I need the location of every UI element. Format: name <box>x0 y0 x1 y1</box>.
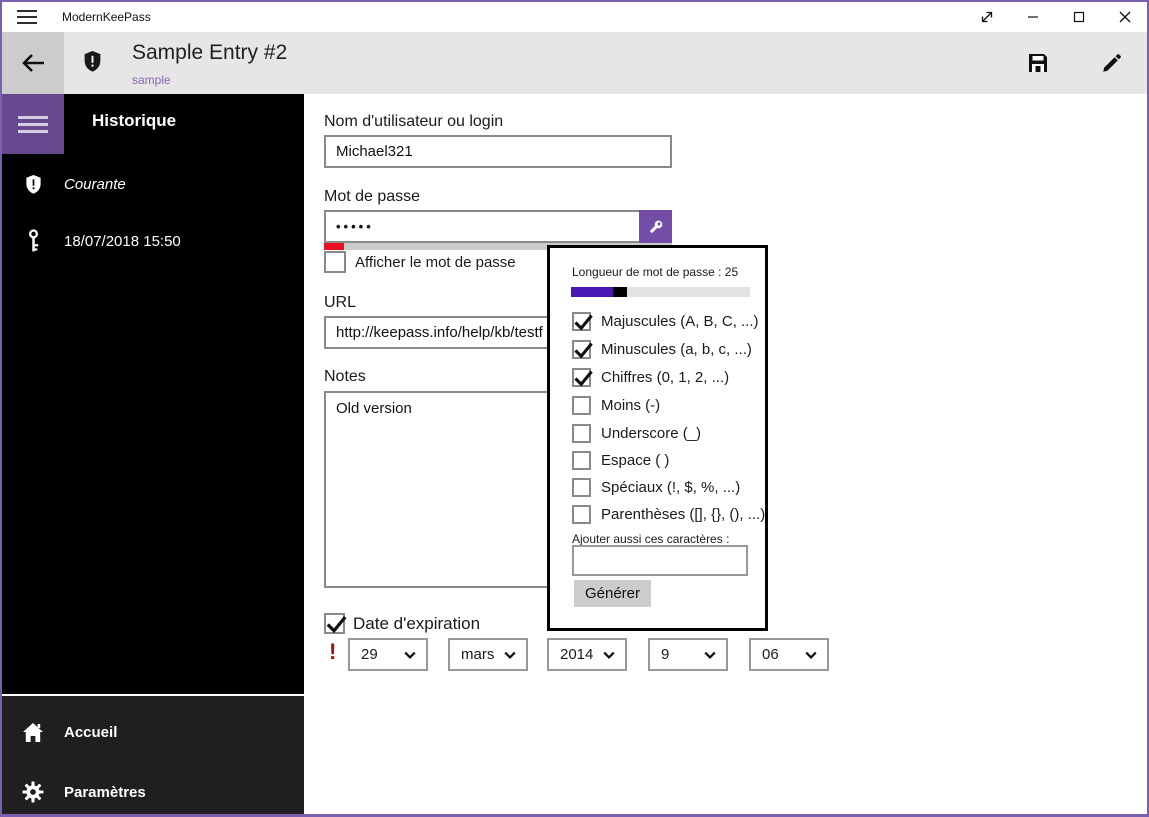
option-label: Parenthèses ([], {}, (), ...) <box>601 505 766 523</box>
sidebar-item-label: Paramètres <box>64 783 146 801</box>
minimize-button[interactable] <box>1010 2 1056 32</box>
generator-option: Minuscules (a, b, c, ...) <box>572 339 752 359</box>
date-select-year[interactable]: 2014 <box>547 638 627 671</box>
option-label: Majuscules (A, B, C, ...) <box>601 312 759 330</box>
home-icon <box>2 722 64 743</box>
entry-title: Sample Entry #2 <box>132 41 288 64</box>
option-label: Minuscules (a, b, c, ...) <box>601 340 752 358</box>
generator-option: Espace ( ) <box>572 450 669 470</box>
expiration-label: Date d'expiration <box>353 613 481 633</box>
hamburger-icon[interactable] <box>16 9 38 25</box>
option-checkbox[interactable] <box>572 367 593 387</box>
slider-fill <box>571 287 613 297</box>
save-icon <box>1029 54 1047 72</box>
chevron-down-icon <box>603 651 615 659</box>
expired-warning-icon: ! <box>329 639 337 664</box>
password-input[interactable] <box>324 210 641 243</box>
generate-button[interactable]: Générer <box>574 580 651 607</box>
chevron-down-icon <box>404 651 416 659</box>
password-generator-button[interactable] <box>639 210 672 243</box>
option-label: Underscore (_) <box>601 424 702 442</box>
fullscreen-button[interactable] <box>964 2 1010 32</box>
show-password-checkbox[interactable] <box>324 251 346 273</box>
close-button[interactable] <box>1102 2 1147 32</box>
history-item-current[interactable]: Courante <box>2 160 304 208</box>
back-button[interactable] <box>2 32 64 94</box>
history-item-label: Courante <box>64 175 126 193</box>
option-checkbox[interactable] <box>572 311 593 331</box>
option-label: Chiffres (0, 1, 2, ...) <box>601 368 730 386</box>
url-label: URL <box>324 294 357 311</box>
back-arrow-icon <box>22 54 44 72</box>
date-select-month[interactable]: mars <box>448 638 528 671</box>
save-button[interactable] <box>1018 46 1058 80</box>
sidebar-item-settings[interactable]: Paramètres <box>2 768 304 814</box>
shield-alert-icon <box>82 49 103 79</box>
sidebar-hamburger-button[interactable] <box>2 94 64 154</box>
sidebar-footer: Accueil Paramètres <box>2 696 304 814</box>
history-item-entry[interactable]: 18/07/2018 15:50 <box>2 217 304 265</box>
generator-option: Parenthèses ([], {}, (), ...) <box>572 504 765 524</box>
generator-option: Spéciaux (!, $, %, ...) <box>572 477 740 497</box>
maximize-button[interactable] <box>1056 2 1102 32</box>
key-icon <box>2 228 64 254</box>
chevron-down-icon <box>704 651 716 659</box>
option-checkbox[interactable] <box>572 423 591 443</box>
show-password-label: Afficher le mot de passe <box>355 253 516 271</box>
generator-option: Chiffres (0, 1, 2, ...) <box>572 367 729 387</box>
chevron-down-icon <box>504 651 516 659</box>
gear-icon <box>2 781 64 803</box>
expiration-checkbox[interactable] <box>324 613 347 634</box>
password-generator-popup: Longueur de mot de passe : 25 Majuscules… <box>547 245 768 631</box>
option-label: Moins (-) <box>601 396 661 414</box>
length-slider[interactable] <box>571 287 750 297</box>
chevron-down-icon <box>805 651 817 659</box>
edit-button[interactable] <box>1092 46 1132 80</box>
option-checkbox[interactable] <box>572 504 591 524</box>
modernkeepass-window: ModernKeePass Sample Entry #2 sample His… <box>0 0 1149 817</box>
date-select-hour[interactable]: 9 <box>648 638 728 671</box>
password-label: Mot de passe <box>324 188 421 205</box>
entry-header: Sample Entry #2 sample <box>2 32 1147 94</box>
option-checkbox[interactable] <box>572 477 591 497</box>
date-select-day[interactable]: 29 <box>348 638 428 671</box>
option-label: Espace ( ) <box>601 451 670 469</box>
sidebar-heading: Historique <box>92 111 177 130</box>
slider-thumb[interactable] <box>613 287 627 297</box>
generator-option: Moins (-) <box>572 395 660 415</box>
date-select-minute[interactable]: 06 <box>749 638 829 671</box>
additional-chars-label: Ajouter aussi ces caractères : <box>572 532 730 546</box>
length-label: Longueur de mot de passe : 25 <box>572 265 739 279</box>
password-strength-fill <box>324 243 344 250</box>
hamburger-icon <box>18 115 48 119</box>
show-password-row: Afficher le mot de passe <box>324 251 516 273</box>
option-label: Spéciaux (!, $, %, ...) <box>601 478 741 496</box>
option-checkbox[interactable] <box>572 450 591 470</box>
wrench-icon <box>649 220 662 233</box>
option-checkbox[interactable] <box>572 339 593 359</box>
username-input[interactable] <box>324 135 672 168</box>
option-checkbox[interactable] <box>572 395 591 415</box>
expiration-row: Date d'expiration <box>324 613 480 634</box>
sidebar-item-label: Accueil <box>64 723 118 741</box>
app-title: ModernKeePass <box>62 10 151 24</box>
generator-option: Underscore (_) <box>572 423 701 443</box>
notes-label: Notes <box>324 368 366 385</box>
generator-option: Majuscules (A, B, C, ...) <box>572 311 759 331</box>
edit-pencil-icon <box>1103 54 1121 72</box>
titlebar: ModernKeePass <box>2 2 1147 32</box>
entry-group-subtitle[interactable]: sample <box>132 73 171 87</box>
history-sidebar: Historique Courante 18/07/2018 15:50 Acc… <box>2 94 304 814</box>
history-item-label: 18/07/2018 15:50 <box>64 232 181 250</box>
sidebar-item-home[interactable]: Accueil <box>2 708 304 756</box>
username-label: Nom d'utilisateur ou login <box>324 113 504 130</box>
additional-chars-input[interactable] <box>572 545 748 576</box>
shield-alert-icon <box>2 173 64 196</box>
